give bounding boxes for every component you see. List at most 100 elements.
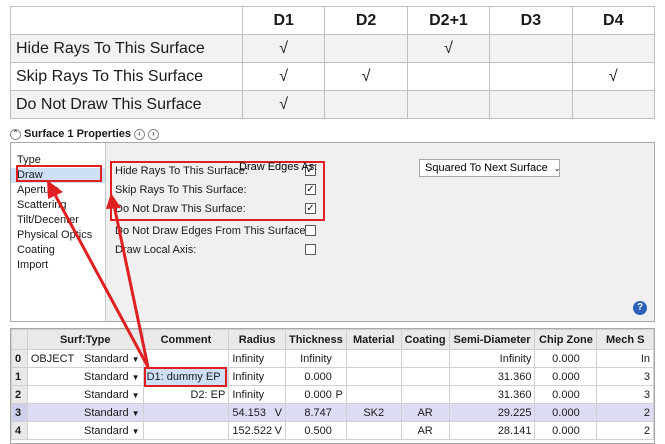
radius-cell[interactable]: Infinity (228, 385, 286, 404)
chevron-up-circle-icon[interactable]: ⌃ (10, 128, 21, 140)
dropdown-triangle-icon[interactable]: ▼ (132, 391, 140, 400)
thickness-cell[interactable]: 0.000 P (284, 385, 347, 404)
semi-diameter-cell[interactable]: 31.360 (448, 385, 536, 404)
table-row[interactable]: 2 Standard ▼ D2: EP Infinity 0.000 P 31.360 0.00… (11, 385, 654, 404)
mech-semi-cell[interactable]: 2 (596, 403, 654, 422)
comment-cell[interactable] (142, 403, 230, 422)
grid-header-semi-diameter[interactable]: Semi-Diameter (448, 329, 536, 350)
comparison-col-d1: D1 (241, 6, 326, 35)
coating-cell[interactable] (400, 385, 450, 404)
coating-cell[interactable]: AR (400, 421, 450, 440)
grid-header-mech-semi[interactable]: Mech S (596, 329, 654, 350)
mech-semi-cell[interactable]: 3 (596, 385, 654, 404)
comparison-row-label: Hide Rays To This Surface (10, 34, 243, 63)
material-cell[interactable] (345, 421, 402, 440)
nav-item-physical-optics[interactable]: Physical Optics (11, 228, 105, 243)
comparison-mark (571, 90, 656, 119)
properties-header: ⌃ Surface 1 Properties ‹ › (10, 126, 655, 142)
mech-semi-cell[interactable]: 3 (596, 367, 654, 386)
dropdown-triangle-icon[interactable]: ▼ (132, 355, 140, 364)
radius-solve-flag[interactable]: V (275, 407, 282, 419)
checkbox-draw-local-axis[interactable] (305, 244, 316, 255)
radius-cell[interactable]: 152.522 V (228, 421, 286, 440)
chip-zone-cell[interactable]: 0.000 (534, 349, 598, 368)
surf-type-cell[interactable]: OBJECT Standard ▼ (26, 349, 144, 368)
chevron-right-circle-icon[interactable]: › (148, 128, 159, 140)
draw-edges-value: Squared To Next Surface (425, 162, 548, 174)
semi-diameter-cell[interactable]: 29.225 (448, 403, 536, 422)
dropdown-triangle-icon[interactable]: ▼ (132, 373, 140, 382)
thickness-cell[interactable]: 8.747 (284, 403, 347, 422)
table-row[interactable]: 4 Standard ▼ 152.522 V 0.500 AR 28.141 0.000 2 (11, 421, 654, 440)
thickness-solve-flag[interactable]: P (336, 389, 343, 401)
grid-header-material[interactable]: Material (345, 329, 402, 350)
radius-value: Infinity (232, 370, 265, 383)
nav-item-import[interactable]: Import (11, 258, 105, 273)
grid-header-thickness[interactable]: Thickness (284, 329, 347, 350)
chevron-left-circle-icon[interactable]: ‹ (134, 128, 145, 140)
draw-edges-label: Draw Edges As: (239, 161, 318, 173)
surf-type-cell[interactable]: Standard ▼ (26, 403, 144, 422)
grid-header-radius[interactable]: Radius (228, 329, 286, 350)
semi-diameter-cell[interactable]: Infinity (448, 349, 536, 368)
material-cell[interactable] (345, 385, 402, 404)
properties-title: Surface 1 Properties (24, 128, 131, 140)
radius-cell[interactable]: 54.153 V (228, 403, 286, 422)
mech-semi-cell[interactable]: In (596, 349, 654, 368)
comparison-mark (406, 90, 491, 119)
chip-zone-cell[interactable]: 0.000 (534, 403, 598, 422)
comparison-mark (324, 34, 408, 63)
surface-properties-panel: Type Draw Aperture Scattering Tilt/Decen… (10, 142, 655, 322)
material-cell[interactable]: SK2 (345, 403, 402, 422)
chip-zone-cell[interactable]: 0.000 (534, 367, 598, 386)
radius-value: 152.522 (232, 424, 273, 437)
nav-item-scattering[interactable]: Scattering (11, 198, 105, 213)
surf-type-value: Standard (83, 424, 129, 437)
semi-diameter-cell[interactable]: 28.141 (448, 421, 536, 440)
table-row[interactable]: 1 Standard ▼ D1: dummy EP Infinity 0.000 31.36… (11, 367, 654, 386)
material-cell[interactable] (345, 367, 402, 386)
lens-data-grid: Surf:Type Comment Radius Thickness Mater… (10, 328, 655, 444)
nav-item-tilt-decenter[interactable]: Tilt/Decenter (11, 213, 105, 228)
radius-solve-flag[interactable]: V (275, 425, 282, 437)
checkbox-do-not-draw-edges[interactable] (305, 225, 316, 236)
thickness-cell[interactable]: Infinity (284, 349, 347, 368)
grid-header-coating[interactable]: Coating (400, 329, 450, 350)
surf-type-cell[interactable]: Standard ▼ (26, 367, 144, 386)
chip-zone-cell[interactable]: 0.000 (534, 421, 598, 440)
thickness-value: Infinity (300, 352, 332, 365)
comparison-mark (489, 62, 573, 91)
radius-value: Infinity (232, 352, 265, 365)
thickness-cell[interactable]: 0.500 (284, 421, 347, 440)
chip-zone-cell[interactable]: 0.000 (534, 385, 598, 404)
dropdown-triangle-icon[interactable]: ▼ (132, 409, 140, 418)
dropdown-triangle-icon[interactable]: ▼ (132, 427, 140, 436)
radius-cell[interactable]: Infinity (228, 367, 286, 386)
semi-diameter-cell[interactable]: 31.360 (448, 367, 536, 386)
surf-type-cell[interactable]: Standard ▼ (26, 421, 144, 440)
radius-cell[interactable]: Infinity (228, 349, 286, 368)
comparison-row-label: Do Not Draw This Surface (10, 90, 243, 119)
grid-header-comment[interactable]: Comment (142, 329, 230, 350)
table-row[interactable]: 3 Standard ▼ 54.153 V 8.747 SK2 AR 29.225 0.000 2 (11, 403, 654, 422)
thickness-cell[interactable]: 0.000 (284, 367, 347, 386)
comment-cell[interactable] (142, 349, 230, 368)
comparison-header-row: D1 D2 D2+1 D3 D4 (10, 6, 656, 35)
table-row[interactable]: 0 OBJECT Standard ▼ Infinity Infinity Infinity… (11, 349, 654, 368)
help-icon[interactable]: ? (633, 301, 647, 315)
comparison-row-skip-rays: Skip Rays To This Surface √ √ √ (10, 62, 656, 91)
mech-semi-cell[interactable]: 2 (596, 421, 654, 440)
nav-item-coating[interactable]: Coating (11, 243, 105, 258)
nav-item-aperture[interactable]: Aperture (11, 183, 105, 198)
option-label-do-not-draw-edges: Do Not Draw Edges From This Surface: (115, 225, 309, 237)
coating-cell[interactable] (400, 349, 450, 368)
surf-type-cell[interactable]: Standard ▼ (26, 385, 144, 404)
comment-cell[interactable] (142, 421, 230, 440)
draw-edges-select[interactable]: Squared To Next Surface ⌄ (419, 159, 560, 177)
material-cell[interactable] (345, 349, 402, 368)
grid-header-surf-type[interactable]: Surf:Type (26, 329, 144, 350)
coating-cell[interactable] (400, 367, 450, 386)
comment-cell[interactable]: D2: EP (142, 385, 230, 404)
coating-cell[interactable]: AR (400, 403, 450, 422)
grid-header-chip-zone[interactable]: Chip Zone (534, 329, 598, 350)
